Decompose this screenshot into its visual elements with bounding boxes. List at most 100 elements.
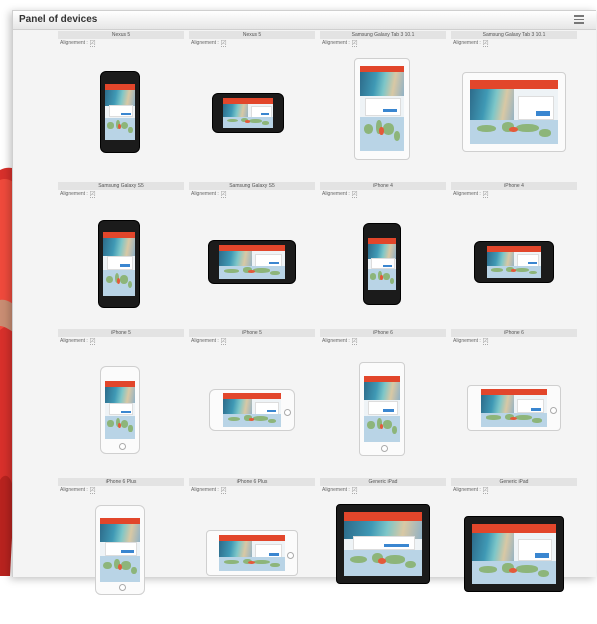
app-header-bar (472, 524, 556, 533)
device-preview[interactable] (95, 505, 145, 595)
alignment-row: Alignement : [2] (453, 487, 489, 494)
device-preview[interactable] (474, 241, 554, 283)
world-map (223, 414, 281, 427)
alignment-label: Alignement : (322, 191, 350, 197)
action-button[interactable] (530, 407, 542, 411)
action-button[interactable] (527, 261, 537, 265)
action-button[interactable] (268, 261, 280, 265)
device-preview[interactable] (98, 220, 140, 308)
hamburger-menu-icon[interactable] (574, 15, 584, 24)
alignment-value[interactable]: [2] (351, 40, 358, 47)
action-button[interactable] (535, 552, 549, 558)
action-button[interactable] (383, 409, 395, 413)
signup-card (108, 403, 134, 416)
alignment-label: Alignement : (191, 40, 219, 46)
device-name-label: iPhone 4 (451, 182, 577, 190)
alignment-value[interactable]: [2] (482, 191, 489, 198)
action-button[interactable] (536, 110, 551, 116)
device-cell: Samsung Galaxy S5 Alignement : [2] (58, 182, 184, 328)
device-preview[interactable] (100, 366, 140, 454)
alignment-row: Alignement : [2] (191, 487, 227, 494)
device-preview[interactable] (100, 71, 140, 153)
alignment-label: Alignement : (453, 191, 481, 197)
device-preview[interactable] (363, 223, 401, 305)
world-map (103, 270, 135, 296)
alignment-value[interactable]: [2] (89, 191, 96, 198)
action-button[interactable] (383, 264, 392, 267)
alignment-row: Alignement : [2] (453, 338, 489, 345)
device-name-label: Nexus 5 (189, 31, 315, 39)
device-cell: iPhone 6 Plus Alignement : [2] (189, 478, 315, 624)
alignment-value[interactable]: [2] (351, 191, 358, 198)
action-button[interactable] (261, 112, 269, 116)
device-preview[interactable] (212, 93, 284, 133)
coast-photo (105, 90, 135, 106)
action-button[interactable] (384, 544, 409, 548)
device-preview[interactable] (336, 504, 430, 584)
alignment-value[interactable]: [2] (89, 487, 96, 494)
action-button[interactable] (121, 550, 134, 554)
device-cell: Generic iPad Alignement : [2] (451, 478, 577, 624)
world-map (100, 556, 140, 582)
device-cell: Generic iPad Alignement : [2] (320, 478, 446, 624)
alignment-label: Alignement : (322, 338, 350, 344)
device-cell: iPhone 5 Alignement : [2] (189, 329, 315, 475)
device-name-label: iPhone 5 (189, 329, 315, 337)
device-screen (105, 381, 135, 439)
alignment-value[interactable]: [2] (89, 338, 96, 345)
signup-card (254, 401, 279, 416)
action-button[interactable] (266, 409, 277, 413)
device-screen (360, 66, 404, 151)
map-marker (510, 416, 517, 421)
alignment-value[interactable]: [2] (89, 40, 96, 47)
signup-card (255, 253, 283, 268)
alignment-label: Alignement : (191, 191, 219, 197)
alignment-value[interactable]: [2] (351, 487, 358, 494)
device-cell: iPhone 6 Alignement : [2] (320, 329, 446, 475)
alignment-label: Alignement : (191, 487, 219, 493)
alignment-row: Alignement : [2] (60, 191, 96, 198)
alignment-value[interactable]: [2] (482, 338, 489, 345)
device-preview[interactable] (462, 72, 566, 152)
device-name-label: iPhone 6 (320, 329, 446, 337)
alignment-label: Alignement : (453, 338, 481, 344)
device-screen (368, 238, 396, 290)
alignment-row: Alignement : [2] (322, 487, 358, 494)
app-header-bar (470, 80, 558, 89)
coast-photo (105, 387, 135, 404)
device-cell: iPhone 6 Alignement : [2] (451, 329, 577, 475)
device-preview[interactable] (208, 240, 296, 284)
alignment-value[interactable]: [2] (220, 191, 227, 198)
world-map (368, 269, 396, 290)
action-button[interactable] (120, 264, 131, 268)
map-marker (510, 269, 517, 273)
action-button[interactable] (121, 112, 131, 115)
alignment-value[interactable]: [2] (482, 487, 489, 494)
device-cell: Nexus 5 Alignement : [2] (58, 31, 184, 177)
device-name-label: Generic iPad (451, 478, 577, 486)
alignment-value[interactable]: [2] (220, 40, 227, 47)
alignment-row: Alignement : [2] (60, 338, 96, 345)
action-button[interactable] (121, 410, 131, 414)
action-button[interactable] (268, 552, 280, 556)
alignment-value[interactable]: [2] (220, 487, 227, 494)
device-preview[interactable] (464, 516, 564, 592)
alignment-label: Alignement : (322, 40, 350, 46)
alignment-value[interactable]: [2] (220, 338, 227, 345)
device-preview[interactable] (209, 389, 295, 431)
device-preview[interactable] (467, 385, 561, 431)
device-screen (219, 245, 285, 279)
device-screen (472, 524, 556, 584)
alignment-label: Alignement : (191, 338, 219, 344)
device-screen (100, 518, 140, 582)
alignment-value[interactable]: [2] (351, 338, 358, 345)
map-marker (118, 124, 122, 130)
world-map (472, 561, 556, 584)
coast-photo (364, 382, 400, 401)
map-marker (380, 275, 384, 280)
device-preview[interactable] (206, 530, 298, 576)
device-preview[interactable] (354, 58, 410, 160)
alignment-value[interactable]: [2] (482, 40, 489, 47)
device-preview[interactable] (359, 362, 405, 456)
action-button[interactable] (383, 108, 398, 113)
